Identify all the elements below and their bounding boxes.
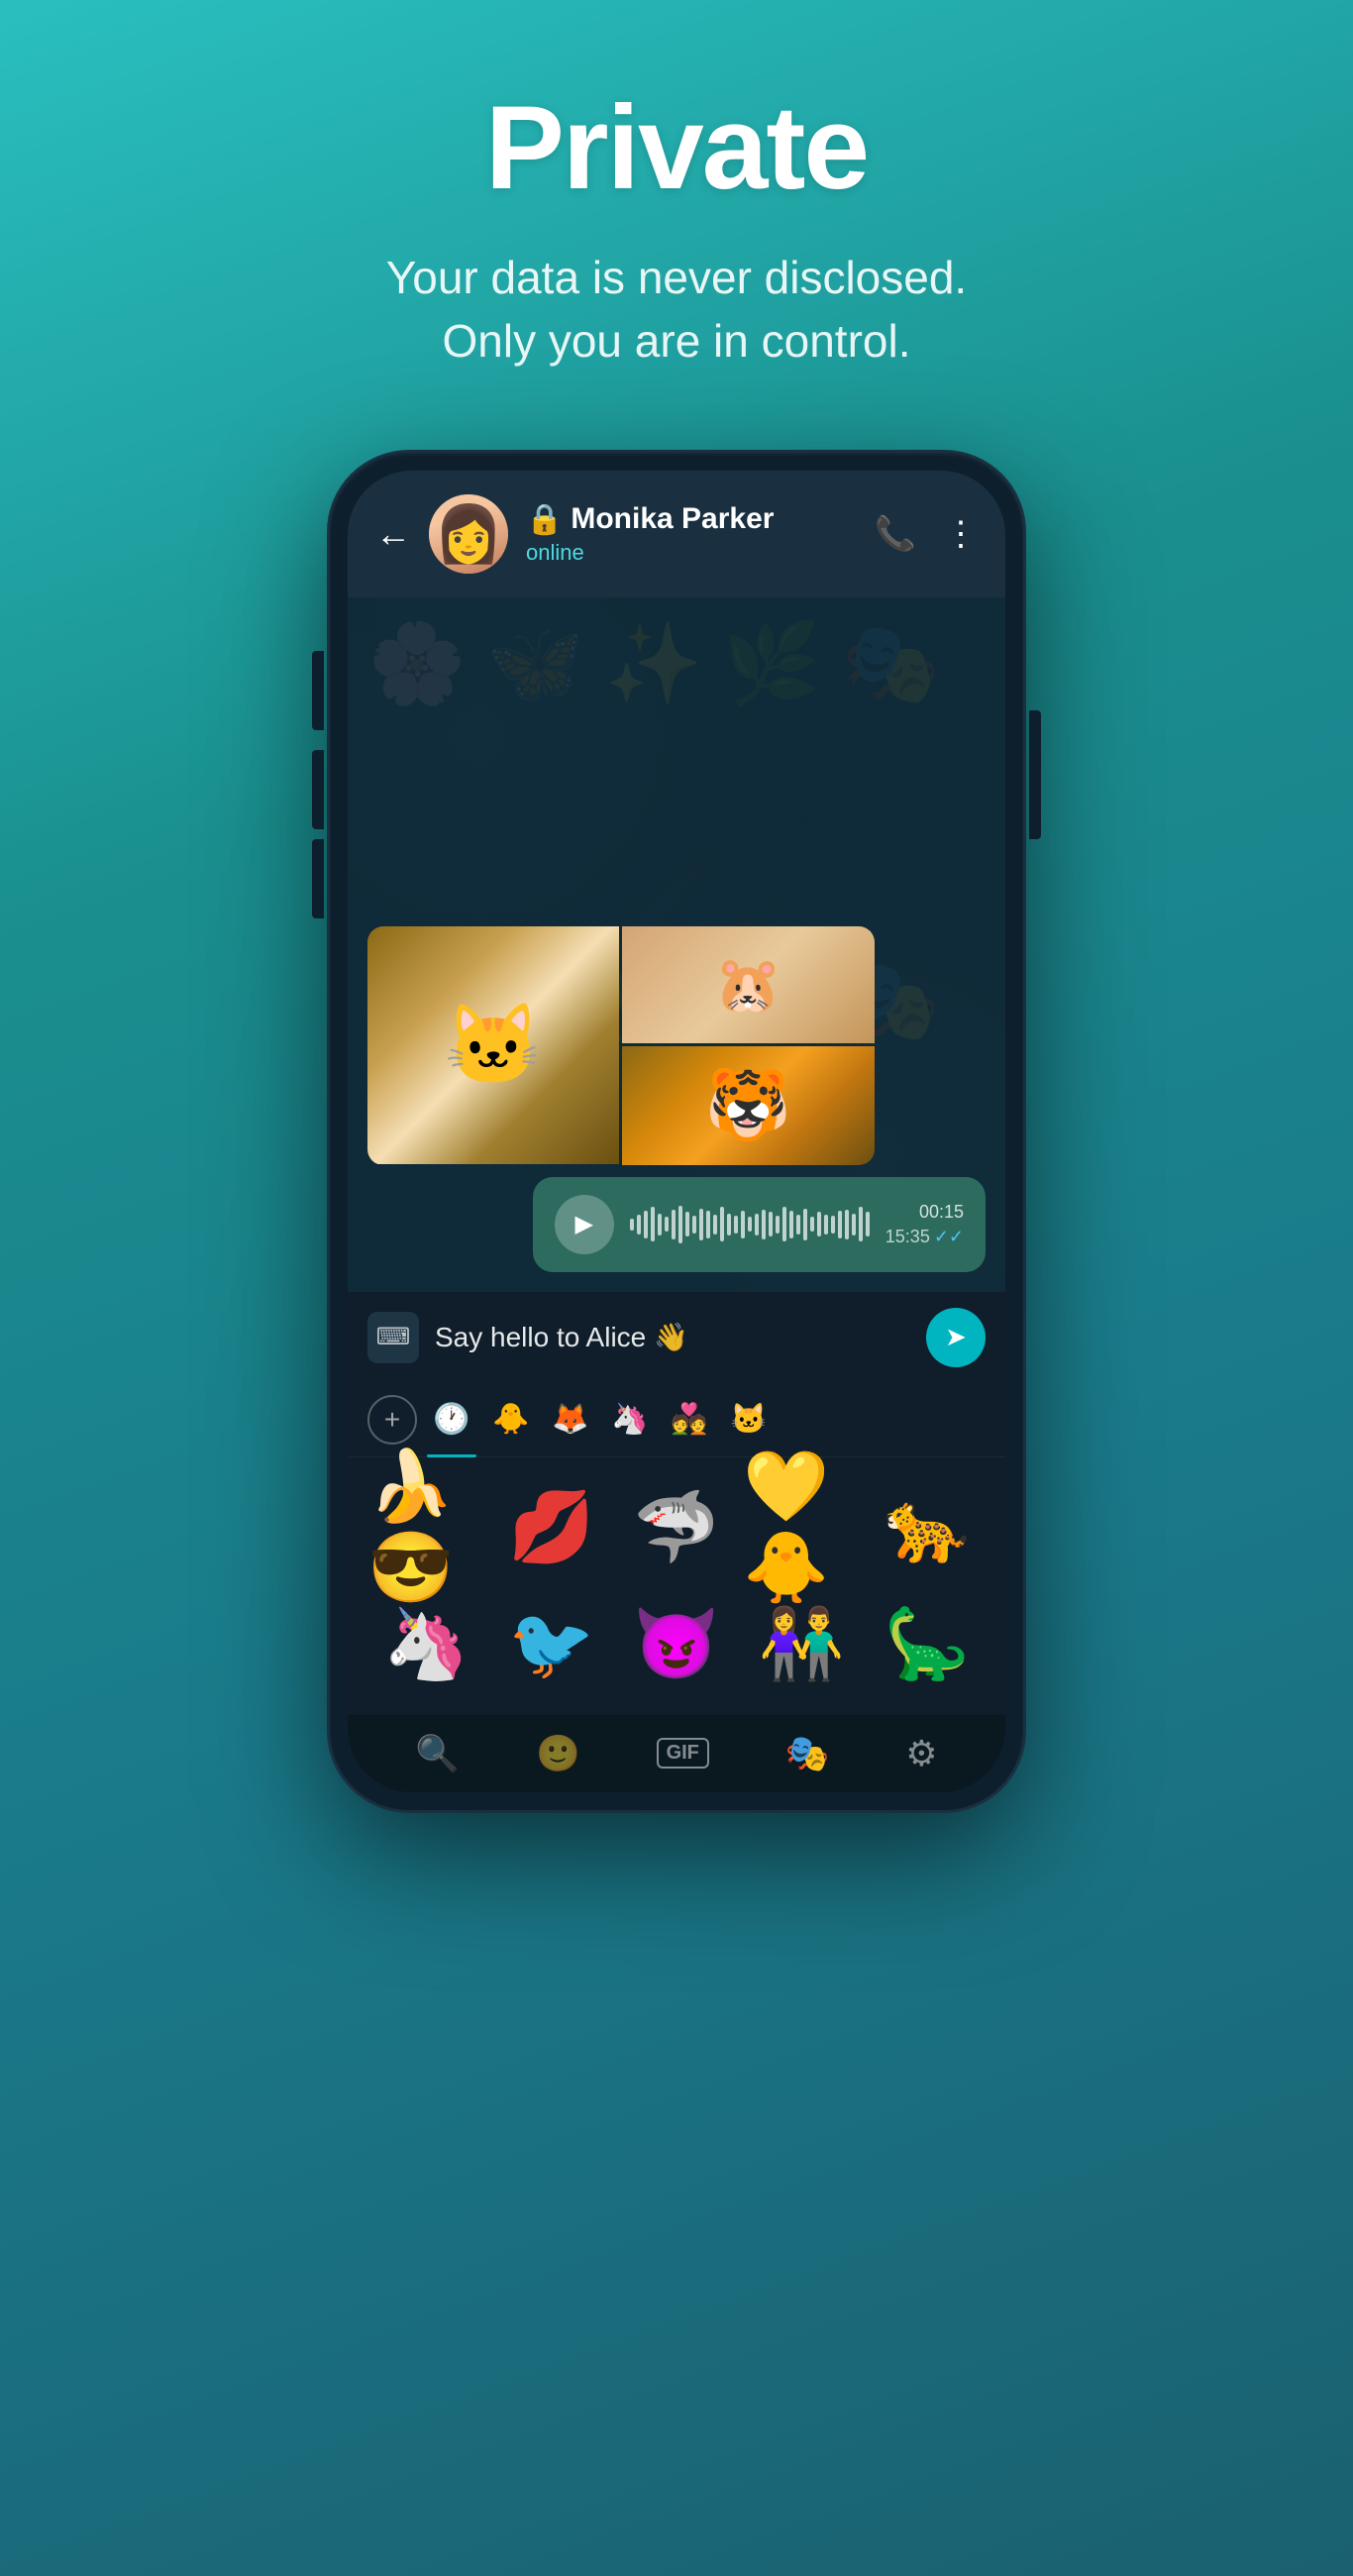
- keyboard-toggle[interactable]: ⌨: [367, 1312, 419, 1363]
- recent-tab[interactable]: 🕐: [427, 1395, 476, 1445]
- send-button[interactable]: ➤: [926, 1308, 986, 1367]
- keyboard-icon: ⌨: [376, 1323, 411, 1351]
- sticker-monster[interactable]: 😈: [618, 1590, 735, 1699]
- cat-image[interactable]: [367, 926, 619, 1164]
- read-ticks: ✓✓: [934, 1227, 964, 1247]
- sticker-tab-2[interactable]: 🦊: [546, 1395, 595, 1445]
- sticker-shark[interactable]: 🦈: [618, 1473, 735, 1582]
- voice-duration: 00:15: [919, 1202, 964, 1223]
- sticker-couple[interactable]: 👫: [743, 1590, 860, 1699]
- emoji-icon-bottom[interactable]: 🙂: [536, 1733, 580, 1774]
- sticker-panel: + 🕐 🐥 🦊 🦄 💑 🐱 🍌😎 💋 🦈 💛🐥 🐆 🦄 🐦: [348, 1383, 1005, 1715]
- sticker-bird[interactable]: 🐦: [492, 1590, 609, 1699]
- voice-time: 15:35 ✓✓: [885, 1227, 964, 1247]
- chat-header: ← 🔒 Monika Parker online 📞 ⋮: [348, 471, 1005, 597]
- sticker-unicorn[interactable]: 🦄: [367, 1590, 484, 1699]
- lock-icon: 🔒: [526, 502, 563, 537]
- menu-button[interactable]: ⋮: [944, 514, 978, 554]
- gif-button[interactable]: GIF: [657, 1738, 709, 1769]
- voice-waveform: [630, 1205, 870, 1244]
- voice-meta: 00:15 15:35 ✓✓: [885, 1202, 964, 1247]
- image-message: [367, 926, 875, 1165]
- input-area: ⌨ Say hello to Alice 👋 ➤: [348, 1292, 1005, 1383]
- call-button[interactable]: 📞: [875, 514, 916, 554]
- sticker-icon-bottom[interactable]: 🎭: [785, 1733, 830, 1774]
- play-button[interactable]: ▶: [555, 1195, 614, 1254]
- phone-mockup: ← 🔒 Monika Parker online 📞 ⋮: [330, 453, 1023, 2335]
- page-title: Private: [485, 79, 868, 216]
- sticker-tab-5[interactable]: 🐱: [724, 1395, 774, 1445]
- message-input[interactable]: Say hello to Alice 👋: [435, 1321, 910, 1353]
- phone-screen: ← 🔒 Monika Parker online 📞 ⋮: [348, 471, 1005, 1792]
- hero-subtitle: Your data is never disclosed. Only you a…: [386, 246, 967, 374]
- search-icon-bottom[interactable]: 🔍: [415, 1733, 460, 1774]
- sticker-leopard[interactable]: 🐆: [869, 1473, 986, 1582]
- add-sticker-tab[interactable]: +: [367, 1395, 417, 1445]
- settings-icon-bottom[interactable]: ⚙: [905, 1733, 937, 1774]
- sticker-banana[interactable]: 🍌😎: [367, 1473, 484, 1582]
- send-icon: ➤: [945, 1322, 967, 1352]
- header-icons: 📞 ⋮: [875, 514, 978, 554]
- contact-name: 🔒 Monika Parker: [526, 502, 857, 537]
- contact-info: 🔒 Monika Parker online: [526, 502, 857, 566]
- tiger-image[interactable]: [622, 1046, 874, 1165]
- sticker-kiss[interactable]: 💋: [492, 1473, 609, 1582]
- hamster-image[interactable]: [622, 926, 874, 1043]
- avatar: [429, 494, 508, 574]
- sticker-tab-1[interactable]: 🐥: [486, 1395, 536, 1445]
- voice-message: ▶ 00:15 15:35 ✓✓: [533, 1177, 986, 1272]
- back-button[interactable]: ←: [375, 513, 411, 555]
- sticker-tab-4[interactable]: 💑: [665, 1395, 714, 1445]
- sticker-dino[interactable]: 🦕: [869, 1590, 986, 1699]
- messages-area: ▶ 00:15 15:35 ✓✓: [348, 907, 1005, 1292]
- bottom-bar: 🔍 🙂 GIF 🎭 ⚙: [348, 1715, 1005, 1792]
- phone-frame: ← 🔒 Monika Parker online 📞 ⋮: [330, 453, 1023, 1810]
- gif-label: GIF: [657, 1738, 709, 1769]
- sticker-tab-3[interactable]: 🦄: [605, 1395, 655, 1445]
- contact-status: online: [526, 540, 857, 566]
- sticker-duck[interactable]: 💛🐥: [743, 1473, 860, 1582]
- chat-body: 🌸🦋✨🌿🎭 🌸🦋🌿✨🎭 ▶ 0: [348, 597, 1005, 1292]
- sticker-grid: 🍌😎 💋 🦈 💛🐥 🐆 🦄 🐦 😈 👫 🦕: [348, 1457, 1005, 1715]
